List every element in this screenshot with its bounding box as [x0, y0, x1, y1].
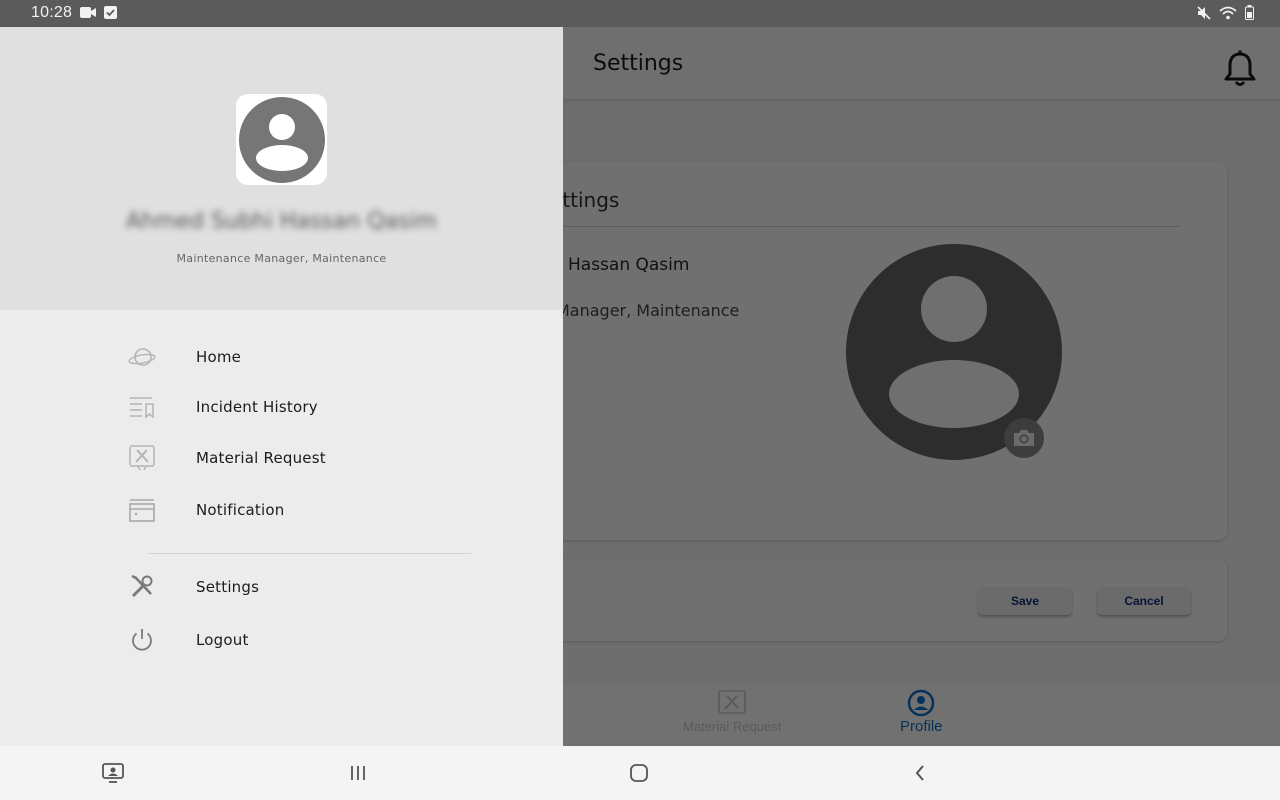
menu-label: Settings [196, 578, 260, 596]
system-nav-bar [0, 746, 1280, 800]
drawer-user-role: Maintenance Manager, Maintenance [176, 252, 387, 265]
back-icon[interactable] [906, 760, 934, 786]
status-left-icons [80, 6, 117, 19]
video-camera-icon [80, 7, 96, 18]
status-right-icons [1197, 5, 1254, 20]
list-bookmark-icon [127, 392, 157, 422]
camera-icon[interactable] [1004, 418, 1044, 458]
save-button[interactable]: Save [978, 587, 1072, 615]
home-globe-icon [127, 342, 157, 372]
menu-item-settings[interactable]: Settings [127, 567, 507, 607]
menu-item-incident-history[interactable]: Incident History [127, 387, 507, 427]
page-title: Settings [593, 51, 684, 76]
user-avatar-icon [238, 96, 325, 183]
menu-divider [148, 553, 471, 554]
wifi-icon [1219, 6, 1237, 19]
card-divider [550, 226, 1181, 227]
status-time: 10:28 [31, 4, 73, 21]
cancel-button[interactable]: Cancel [1097, 587, 1191, 615]
menu-label: Incident History [196, 398, 318, 416]
menu-item-notification[interactable]: Notification [127, 490, 507, 530]
bell-icon[interactable] [1222, 50, 1258, 88]
screen-cast-icon[interactable] [99, 760, 127, 786]
home-icon[interactable] [625, 760, 653, 786]
battery-icon [1245, 5, 1254, 20]
profile-role: Manager, Maintenance [556, 301, 740, 320]
drawer-header: Ahmed Subhi Hassan Qasim Maintenance Man… [0, 27, 563, 310]
profile-icon [908, 689, 935, 717]
recent-apps-icon[interactable] [344, 760, 372, 786]
menu-item-home[interactable]: Home [127, 337, 507, 377]
menu-label: Material Request [196, 449, 326, 467]
tools-box-icon [127, 443, 157, 473]
menu-item-logout[interactable]: Logout [127, 620, 507, 660]
bottom-nav-label: Profile [900, 718, 943, 735]
mute-icon [1197, 5, 1211, 20]
wrench-screwdriver-icon [127, 572, 157, 602]
tools-icon [718, 690, 746, 714]
bottom-nav-material-request[interactable]: Material Request [683, 689, 781, 734]
profile-name: Hassan Qasim [568, 255, 690, 275]
actions-card: Save Cancel [470, 559, 1227, 641]
status-bar: 10:28 [0, 0, 1280, 27]
bottom-nav-profile[interactable]: Profile [900, 689, 943, 735]
inbox-icon [127, 495, 157, 525]
menu-label: Logout [196, 631, 249, 649]
bottom-nav-label: Material Request [683, 719, 782, 734]
checkbox-icon [104, 6, 117, 19]
menu-item-material-request[interactable]: Material Request [127, 438, 507, 478]
profile-card: ettings Hassan Qasim Manager, Maintenanc… [470, 162, 1227, 540]
menu-label: Notification [196, 501, 285, 519]
power-icon [127, 625, 157, 655]
drawer-user-name: Ahmed Subhi Hassan Qasim [125, 209, 437, 234]
menu-label: Home [196, 348, 242, 366]
avatar [236, 94, 327, 185]
navigation-drawer: Ahmed Subhi Hassan Qasim Maintenance Man… [0, 27, 563, 746]
